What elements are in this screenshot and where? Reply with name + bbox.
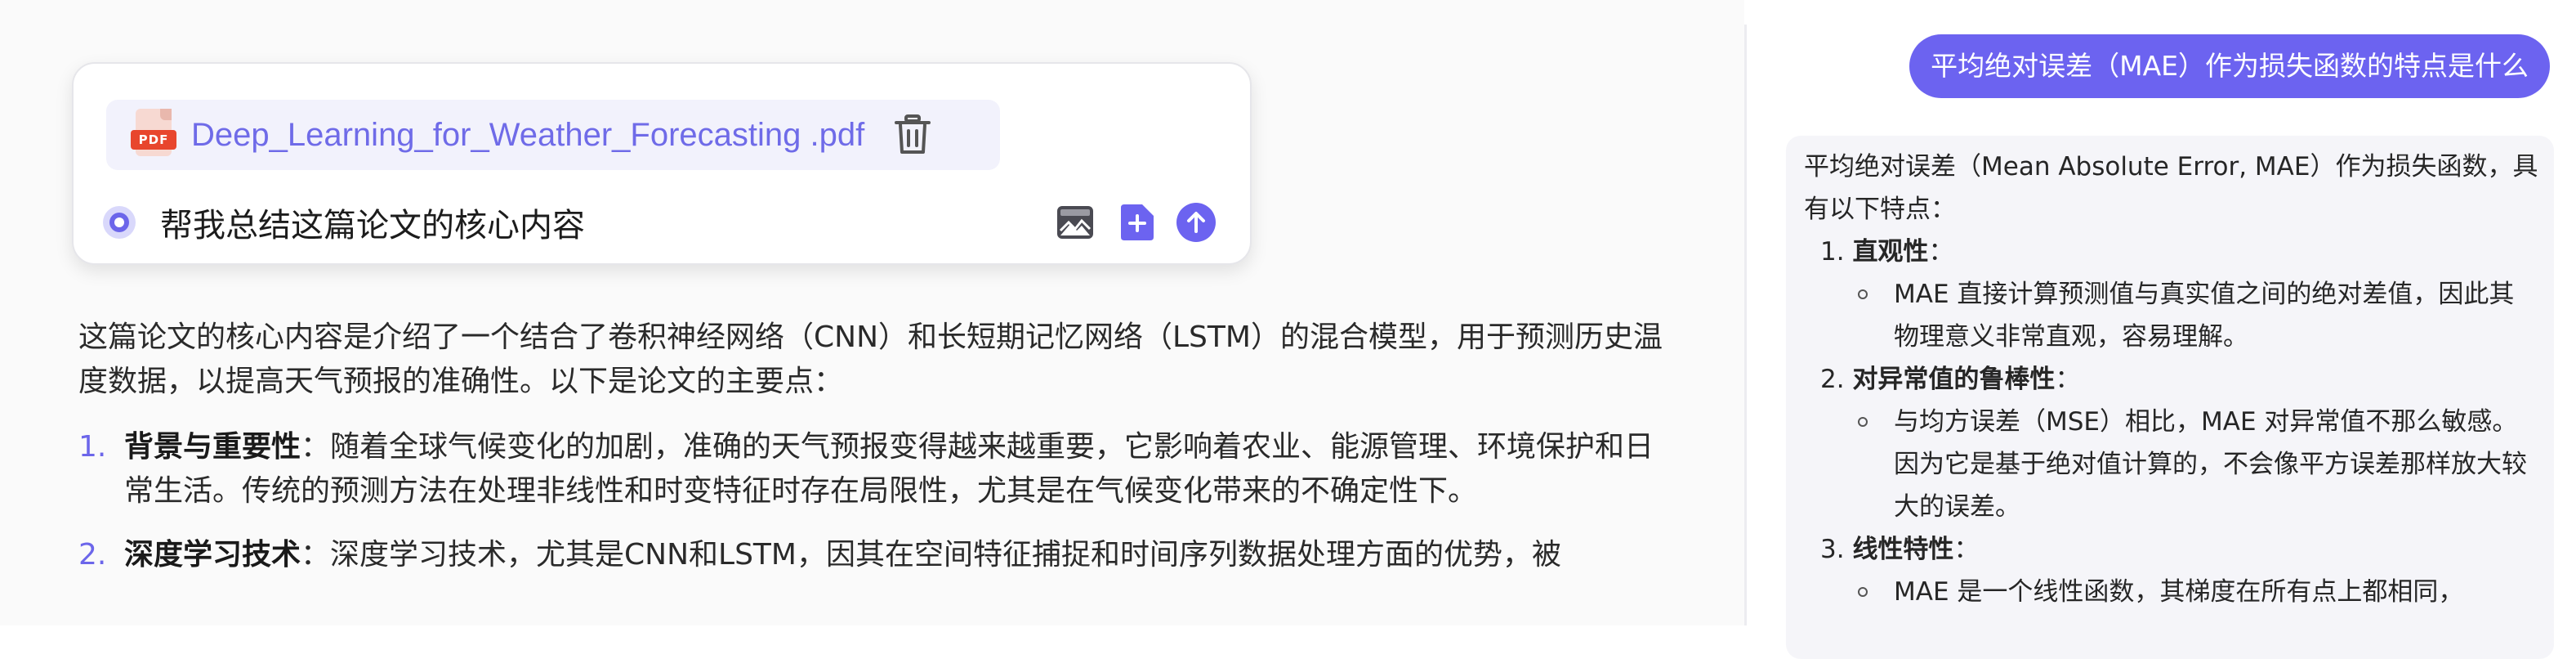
list-number: 2.: [78, 538, 107, 572]
reply-sub-item: MAE 直接计算预测值与真实值之间的绝对差值，因此其物理意义非常直观，容易理解。: [1804, 273, 2539, 358]
reply-point-number: 1.: [1820, 237, 1845, 267]
point-title: 背景与重要性: [124, 430, 301, 464]
reply-sub-text: MAE 直接计算预测值与真实值之间的绝对差值，因此其物理意义非常直观，容易理解。: [1894, 280, 2515, 352]
image-icon: [1057, 206, 1093, 239]
document-chat-pane: PDF Deep_Learning_for_Weather_Forecastin…: [0, 0, 1744, 625]
summary-answer: 这篇论文的核心内容是介绍了一个结合了卷积神经网络（CNN）和长短期记忆网络（LS…: [78, 316, 1663, 597]
file-name[interactable]: Deep_Learning_for_Weather_Forecasting .p…: [191, 117, 864, 154]
input-card: PDF Deep_Learning_for_Weather_Forecastin…: [72, 62, 1252, 265]
reply-point-colon: ：: [2055, 365, 2081, 394]
point-text: ：随着全球气候变化的加剧，准确的天气预报变得越来越重要，它影响着农业、能源管理、…: [124, 430, 1654, 508]
reply-point-title: 对异常值的鲁棒性: [1852, 365, 2056, 394]
reply-sub-item: MAE 是一个线性函数，其梯度在所有点上都相同，: [1804, 571, 2539, 613]
reply-point: 2. 对异常值的鲁棒性：: [1804, 358, 2539, 401]
point-text: ：深度学习技术，尤其是CNN和LSTM，因其在空间特征捕捉和时间序列数据处理方面…: [301, 538, 1561, 572]
pdf-badge: PDF: [131, 130, 176, 150]
insert-image-button[interactable]: [1054, 201, 1096, 244]
reply-sub-text: MAE 是一个线性函数，其梯度在所有点上都相同，: [1894, 577, 2464, 607]
circle-bullet-icon: [1858, 289, 1868, 299]
answer-intro: 这篇论文的核心内容是介绍了一个结合了卷积神经网络（CNN）和长短期记忆网络（LS…: [78, 321, 1663, 398]
prompt-row: 帮我总结这篇论文的核心内容: [103, 198, 1217, 247]
add-file-button[interactable]: [1114, 201, 1157, 244]
circle-bullet-icon: [1858, 417, 1868, 427]
reply-point-number: 3.: [1820, 535, 1845, 564]
reply-intro: 平均绝对误差（Mean Absolute Error, MAE）作为损失函数，具…: [1804, 152, 2538, 224]
send-arrow-icon: [1176, 203, 1216, 242]
reply-point-colon: ：: [1928, 237, 1954, 267]
reply-point-title: 直观性: [1852, 237, 1929, 267]
assistant-reply: 平均绝对误差（Mean Absolute Error, MAE）作为损失函数，具…: [1786, 136, 2554, 659]
input-tools: [1036, 201, 1217, 244]
send-button[interactable]: [1175, 201, 1217, 244]
circle-bullet-icon: [1858, 587, 1868, 597]
reply-sub-item: 与均方误差（MSE）相比，MAE 对异常值不那么敏感。因为它是基于绝对值计算的，…: [1804, 401, 2539, 528]
list-item: 2. 深度学习技术：深度学习技术，尤其是CNN和LSTM，因其在空间特征捕捉和时…: [78, 533, 1663, 577]
reply-point-colon: ：: [1953, 535, 1980, 564]
attached-file-chip[interactable]: PDF Deep_Learning_for_Weather_Forecastin…: [106, 100, 1000, 170]
reply-point-number: 2.: [1820, 365, 1845, 394]
add-file-icon: [1121, 204, 1154, 240]
answer-points: 1. 背景与重要性：随着全球气候变化的加剧，准确的天气预报变得越来越重要，它影响…: [78, 425, 1663, 577]
pdf-file-icon: PDF: [131, 109, 176, 161]
chat-pane: 平均绝对误差（MAE）作为损失函数的特点是什么 平均绝对误差（Mean Abso…: [1747, 0, 2576, 659]
list-number: 1.: [78, 430, 107, 464]
prompt-input[interactable]: 帮我总结这篇论文的核心内容: [160, 199, 585, 246]
reply-point-title: 线性特性: [1852, 535, 1954, 564]
point-title: 深度学习技术: [124, 538, 301, 572]
reply-point: 3. 线性特性：: [1804, 528, 2539, 571]
reply-point: 1. 直观性：: [1804, 231, 2539, 273]
radio-indicator-icon: [103, 206, 136, 239]
trash-icon[interactable]: [894, 114, 931, 155]
reply-sub-text: 与均方误差（MSE）相比，MAE 对异常值不那么敏感。因为它是基于绝对值计算的，…: [1894, 407, 2527, 522]
list-item: 1. 背景与重要性：随着全球气候变化的加剧，准确的天气预报变得越来越重要，它影响…: [78, 425, 1663, 513]
user-message-bubble: 平均绝对误差（MAE）作为损失函数的特点是什么: [1909, 34, 2550, 98]
